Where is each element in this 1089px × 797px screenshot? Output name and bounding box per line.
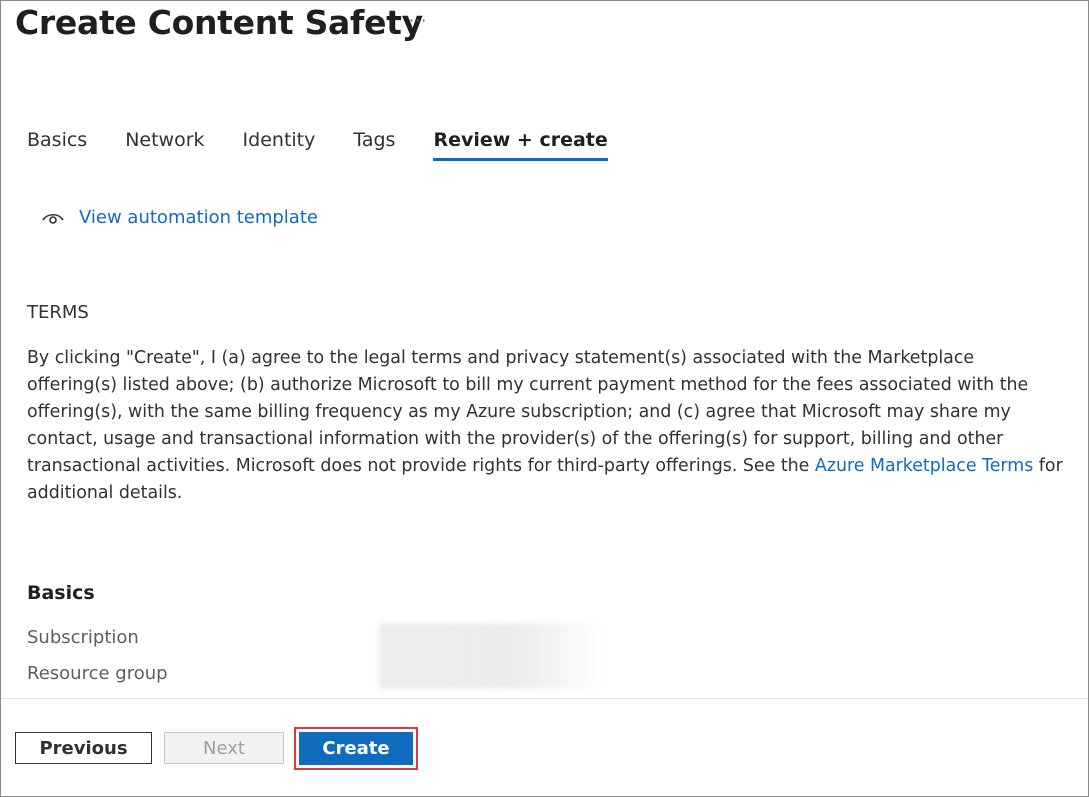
azure-marketplace-terms-link[interactable]: Azure Marketplace Terms [815, 456, 1033, 476]
next-button[interactable]: Next [164, 732, 284, 764]
eye-icon [41, 210, 65, 226]
tab-basics[interactable]: Basics [27, 129, 87, 161]
more-options-icon[interactable]: ··· [409, 11, 427, 30]
automation-template-row: View automation template [41, 207, 318, 228]
terms-heading: TERMS [27, 302, 89, 323]
create-content-safety-panel: Create Content Safety ··· Basics Network… [0, 0, 1089, 797]
view-automation-template-link[interactable]: View automation template [79, 207, 318, 228]
terms-text: By clicking "Create", I (a) agree to the… [27, 345, 1067, 507]
subscription-label: Subscription [27, 627, 139, 648]
tab-review-create[interactable]: Review + create [433, 129, 608, 161]
create-button-highlight: Create [294, 727, 418, 770]
tab-network[interactable]: Network [125, 129, 204, 161]
tab-tags[interactable]: Tags [353, 129, 395, 161]
redacted-values [379, 623, 605, 689]
basics-section-heading: Basics [27, 582, 95, 604]
tab-identity[interactable]: Identity [243, 129, 316, 161]
wizard-tabs: Basics Network Identity Tags Review + cr… [27, 129, 646, 161]
resource-group-label: Resource group [27, 663, 168, 684]
wizard-footer: Previous Next Create [1, 698, 1088, 796]
previous-button[interactable]: Previous [15, 732, 152, 764]
page-title: Create Content Safety [15, 3, 423, 42]
create-button[interactable]: Create [299, 732, 413, 765]
